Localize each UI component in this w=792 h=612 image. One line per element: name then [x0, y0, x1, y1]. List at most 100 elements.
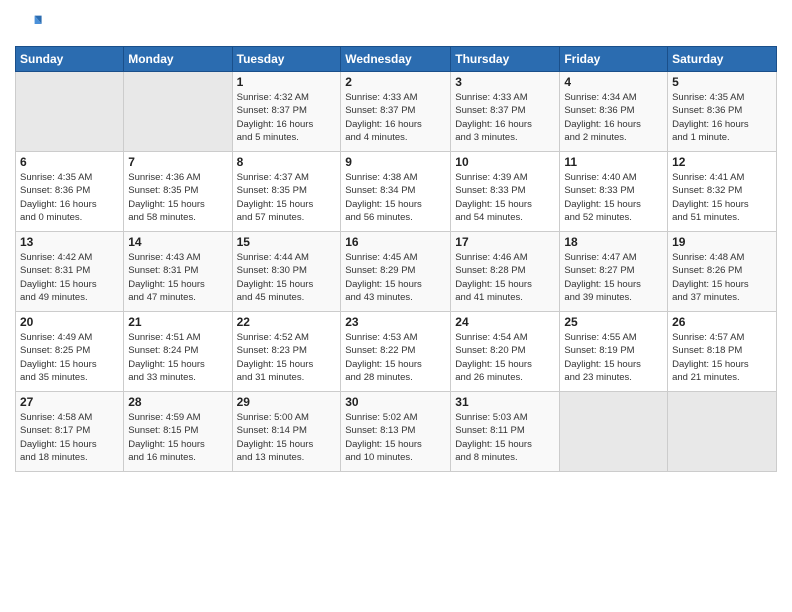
day-info: Sunrise: 4:52 AM Sunset: 8:23 PM Dayligh… [237, 331, 337, 384]
day-cell: 12 Sunrise: 4:41 AM Sunset: 8:32 PM Dayli… [668, 152, 777, 232]
day-info: Sunrise: 4:39 AM Sunset: 8:33 PM Dayligh… [455, 171, 555, 224]
day-info: Sunrise: 4:59 AM Sunset: 8:15 PM Dayligh… [128, 411, 227, 464]
day-cell: 29Sunrise: 5:00 AM Sunset: 8:14 PM Dayli… [232, 392, 341, 472]
day-info: Sunrise: 4:49 AM Sunset: 8:25 PM Dayligh… [20, 331, 119, 384]
day-info: Sunrise: 4:58 AM Sunset: 8:17 PM Dayligh… [20, 411, 119, 464]
day-cell: 26 Sunrise: 4:57 AM Sunset: 8:18 PM Dayli… [668, 312, 777, 392]
day-info: Sunrise: 4:37 AM Sunset: 8:35 PM Dayligh… [237, 171, 337, 224]
day-cell: 22 Sunrise: 4:52 AM Sunset: 8:23 PM Dayli… [232, 312, 341, 392]
day-cell [124, 72, 232, 152]
day-info: Sunrise: 4:41 AM Sunset: 8:32 PM Dayligh… [672, 171, 772, 224]
day-number: 22 [237, 315, 337, 329]
day-cell: 27 Sunrise: 4:58 AM Sunset: 8:17 PM Dayli… [16, 392, 124, 472]
column-header-wednesday: Wednesday [341, 47, 451, 72]
day-cell [16, 72, 124, 152]
day-info: Sunrise: 4:55 AM Sunset: 8:19 PM Dayligh… [564, 331, 663, 384]
day-info: Sunrise: 4:33 AM Sunset: 8:37 PM Dayligh… [345, 91, 446, 144]
day-number: 14 [128, 235, 227, 249]
day-number: 29 [237, 395, 337, 409]
day-number: 6 [20, 155, 119, 169]
day-number: 5 [672, 75, 772, 89]
day-info: Sunrise: 4:57 AM Sunset: 8:18 PM Dayligh… [672, 331, 772, 384]
day-number: 7 [128, 155, 227, 169]
day-info: Sunrise: 4:54 AM Sunset: 8:20 PM Dayligh… [455, 331, 555, 384]
day-cell [668, 392, 777, 472]
day-number: 25 [564, 315, 663, 329]
day-number: 18 [564, 235, 663, 249]
day-cell: 6Sunrise: 4:35 AM Sunset: 8:36 PM Daylig… [16, 152, 124, 232]
day-number: 8 [237, 155, 337, 169]
day-cell: 2 Sunrise: 4:33 AM Sunset: 8:37 PM Daylig… [341, 72, 451, 152]
day-cell: 20 Sunrise: 4:49 AM Sunset: 8:25 PM Dayli… [16, 312, 124, 392]
day-number: 9 [345, 155, 446, 169]
day-cell: 23Sunrise: 4:53 AM Sunset: 8:22 PM Dayli… [341, 312, 451, 392]
day-number: 31 [455, 395, 555, 409]
day-number: 23 [345, 315, 446, 329]
day-number: 17 [455, 235, 555, 249]
column-header-friday: Friday [560, 47, 668, 72]
day-number: 27 [20, 395, 119, 409]
day-cell: 17 Sunrise: 4:46 AM Sunset: 8:28 PM Dayli… [451, 232, 560, 312]
day-number: 4 [564, 75, 663, 89]
day-number: 2 [345, 75, 446, 89]
day-cell: 5 Sunrise: 4:35 AM Sunset: 8:36 PM Daylig… [668, 72, 777, 152]
day-cell [560, 392, 668, 472]
day-cell: 13 Sunrise: 4:42 AM Sunset: 8:31 PM Dayli… [16, 232, 124, 312]
header-row: SundayMondayTuesdayWednesdayThursdayFrid… [16, 47, 777, 72]
day-info: Sunrise: 4:47 AM Sunset: 8:27 PM Dayligh… [564, 251, 663, 304]
day-cell: 7 Sunrise: 4:36 AM Sunset: 8:35 PM Daylig… [124, 152, 232, 232]
day-cell: 19 Sunrise: 4:48 AM Sunset: 8:26 PM Dayli… [668, 232, 777, 312]
week-row-1: 1Sunrise: 4:32 AM Sunset: 8:37 PM Daylig… [16, 72, 777, 152]
header [15, 10, 777, 38]
day-number: 28 [128, 395, 227, 409]
day-number: 12 [672, 155, 772, 169]
day-cell: 1Sunrise: 4:32 AM Sunset: 8:37 PM Daylig… [232, 72, 341, 152]
day-cell: 31 Sunrise: 5:03 AM Sunset: 8:11 PM Dayli… [451, 392, 560, 472]
day-number: 20 [20, 315, 119, 329]
logo [15, 10, 47, 38]
day-info: Sunrise: 4:38 AM Sunset: 8:34 PM Dayligh… [345, 171, 446, 224]
day-info: Sunrise: 4:36 AM Sunset: 8:35 PM Dayligh… [128, 171, 227, 224]
day-number: 10 [455, 155, 555, 169]
day-cell: 14 Sunrise: 4:43 AM Sunset: 8:31 PM Dayli… [124, 232, 232, 312]
day-info: Sunrise: 5:03 AM Sunset: 8:11 PM Dayligh… [455, 411, 555, 464]
column-header-thursday: Thursday [451, 47, 560, 72]
day-info: Sunrise: 4:35 AM Sunset: 8:36 PM Dayligh… [672, 91, 772, 144]
day-cell: 11Sunrise: 4:40 AM Sunset: 8:33 PM Dayli… [560, 152, 668, 232]
logo-icon [15, 10, 43, 38]
day-cell: 21Sunrise: 4:51 AM Sunset: 8:24 PM Dayli… [124, 312, 232, 392]
day-info: Sunrise: 4:44 AM Sunset: 8:30 PM Dayligh… [237, 251, 337, 304]
day-info: Sunrise: 4:48 AM Sunset: 8:26 PM Dayligh… [672, 251, 772, 304]
day-info: Sunrise: 5:02 AM Sunset: 8:13 PM Dayligh… [345, 411, 446, 464]
day-cell: 9 Sunrise: 4:38 AM Sunset: 8:34 PM Daylig… [341, 152, 451, 232]
day-number: 24 [455, 315, 555, 329]
day-cell: 24 Sunrise: 4:54 AM Sunset: 8:20 PM Dayli… [451, 312, 560, 392]
day-info: Sunrise: 4:46 AM Sunset: 8:28 PM Dayligh… [455, 251, 555, 304]
week-row-5: 27 Sunrise: 4:58 AM Sunset: 8:17 PM Dayli… [16, 392, 777, 472]
day-number: 21 [128, 315, 227, 329]
day-number: 16 [345, 235, 446, 249]
week-row-3: 13 Sunrise: 4:42 AM Sunset: 8:31 PM Dayli… [16, 232, 777, 312]
day-info: Sunrise: 4:43 AM Sunset: 8:31 PM Dayligh… [128, 251, 227, 304]
day-info: Sunrise: 4:34 AM Sunset: 8:36 PM Dayligh… [564, 91, 663, 144]
day-number: 26 [672, 315, 772, 329]
day-number: 19 [672, 235, 772, 249]
week-row-4: 20 Sunrise: 4:49 AM Sunset: 8:25 PM Dayli… [16, 312, 777, 392]
day-info: Sunrise: 4:42 AM Sunset: 8:31 PM Dayligh… [20, 251, 119, 304]
day-number: 1 [237, 75, 337, 89]
column-header-sunday: Sunday [16, 47, 124, 72]
day-number: 30 [345, 395, 446, 409]
column-header-saturday: Saturday [668, 47, 777, 72]
calendar-page: SundayMondayTuesdayWednesdayThursdayFrid… [0, 0, 792, 612]
day-cell: 18 Sunrise: 4:47 AM Sunset: 8:27 PM Dayli… [560, 232, 668, 312]
day-cell: 16Sunrise: 4:45 AM Sunset: 8:29 PM Dayli… [341, 232, 451, 312]
day-cell: 3Sunrise: 4:33 AM Sunset: 8:37 PM Daylig… [451, 72, 560, 152]
column-header-tuesday: Tuesday [232, 47, 341, 72]
day-cell: 10 Sunrise: 4:39 AM Sunset: 8:33 PM Dayli… [451, 152, 560, 232]
day-cell: 25 Sunrise: 4:55 AM Sunset: 8:19 PM Dayli… [560, 312, 668, 392]
calendar-body: 1Sunrise: 4:32 AM Sunset: 8:37 PM Daylig… [16, 72, 777, 472]
calendar-header: SundayMondayTuesdayWednesdayThursdayFrid… [16, 47, 777, 72]
calendar-table: SundayMondayTuesdayWednesdayThursdayFrid… [15, 46, 777, 472]
day-number: 13 [20, 235, 119, 249]
day-info: Sunrise: 4:40 AM Sunset: 8:33 PM Dayligh… [564, 171, 663, 224]
